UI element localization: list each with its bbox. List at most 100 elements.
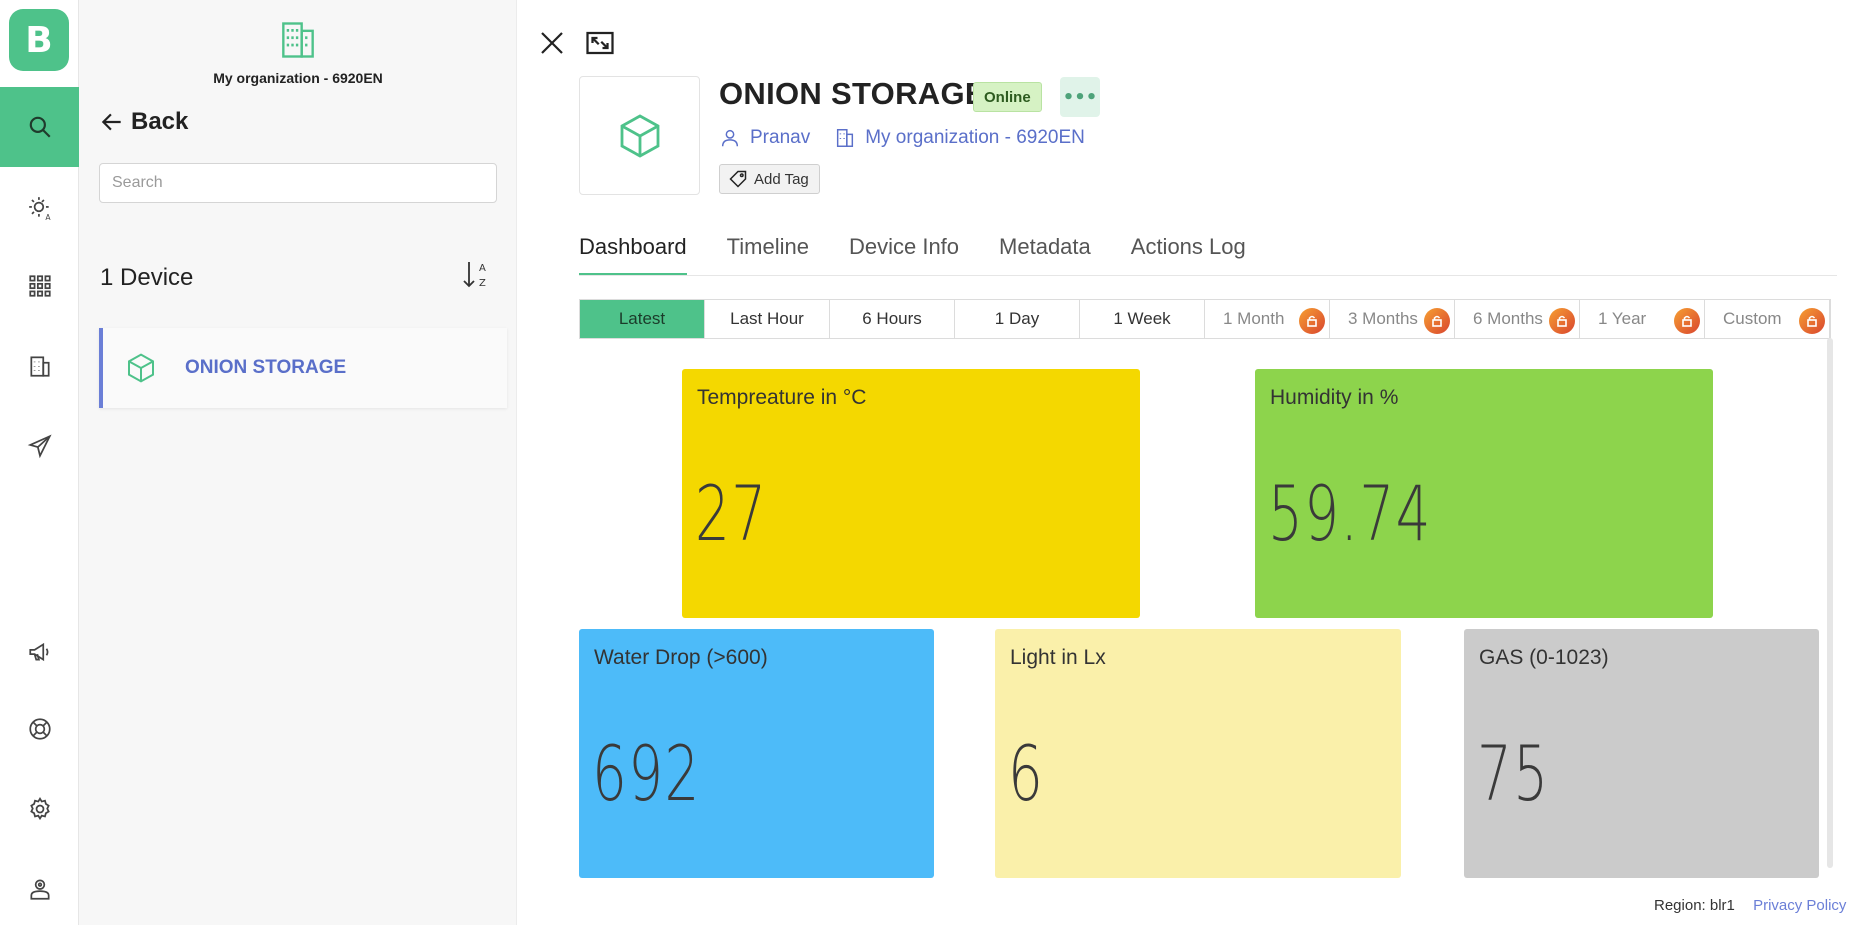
sun-a-icon: A [28,197,51,221]
device-title: ONION STORAGE [719,76,986,111]
range-1-day[interactable]: 1 Day [955,300,1080,338]
rail-send[interactable] [0,406,79,486]
tile-value: 692 [592,729,701,818]
tile-label: Water Drop (>600) [594,646,768,669]
range-6-hours[interactable]: 6 Hours [830,300,955,338]
tile-temperature[interactable]: Tempreature in °C 27 [682,369,1140,618]
back-label: Back [131,108,189,135]
range-1-week[interactable]: 1 Week [1080,300,1205,338]
device-owner-link[interactable]: Pranav [750,127,810,149]
rail-automations[interactable]: A [0,168,79,248]
tile-value: 75 [1477,729,1550,818]
tile-value: 27 [695,469,768,558]
rail-organizations[interactable] [0,326,79,406]
arrow-left-icon [101,113,121,131]
device-list-item[interactable]: ONION STORAGE [99,328,507,408]
org-name: My organization - 6920EN [213,70,383,86]
tile-humidity[interactable]: Humidity in % 59.74 [1255,369,1713,618]
device-list-item-name: ONION STORAGE [185,357,347,378]
search-icon [29,116,51,138]
close-icon[interactable] [537,28,567,58]
tile-label: Humidity in % [1270,386,1399,409]
building-icon [282,22,314,58]
icon-rail: B A [0,0,79,925]
range-1-month[interactable]: 1 Month [1205,300,1330,338]
send-icon [27,434,52,459]
range-custom[interactable]: Custom [1705,300,1830,338]
scrollbar[interactable] [1827,338,1833,868]
range-label: 1 Week [1113,309,1171,328]
rail-profile[interactable] [0,849,79,929]
tile-light[interactable]: Light in Lx 6 [995,629,1401,878]
range-label: 1 Year [1598,309,1647,328]
ellipsis-icon: ••• [1062,86,1098,108]
device-org-link[interactable]: My organization - 6920EN [865,127,1085,149]
app-logo[interactable]: B [9,9,69,71]
range-label: 6 Hours [862,309,922,328]
tab-actions-log[interactable]: Actions Log [1131,228,1246,275]
tile-water-drop[interactable]: Water Drop (>600) 692 [579,629,934,878]
device-image [579,76,700,195]
building-icon [29,356,50,377]
tab-metadata[interactable]: Metadata [999,228,1091,275]
range-label: Custom [1723,309,1782,328]
tile-gas[interactable]: GAS (0-1023) 75 [1464,629,1819,878]
range-label: 3 Months [1348,309,1418,328]
user-icon [721,129,739,147]
svg-text:A: A [45,213,51,221]
tab-timeline[interactable]: Timeline [727,228,809,275]
range-1-year[interactable]: 1 Year [1580,300,1705,338]
range-label: Last Hour [730,309,804,328]
lock-icon [1674,308,1700,334]
apps-grid-icon [28,275,51,297]
add-tag-button[interactable]: Add Tag [719,164,820,194]
device-detail: ONION STORAGE Online ••• Pranav My organ… [517,0,1861,925]
search-input[interactable] [99,163,497,203]
tile-label: GAS (0-1023) [1479,646,1609,669]
megaphone-icon [28,642,48,662]
tab-dashboard[interactable]: Dashboard [579,228,687,275]
rail-announcements[interactable] [0,612,79,692]
rail-search[interactable] [0,87,79,167]
range-last-hour[interactable]: Last Hour [705,300,830,338]
more-options-button[interactable]: ••• [1060,77,1100,117]
svg-text:A: A [479,263,486,274]
building-icon [837,129,854,147]
tag-icon [729,170,747,188]
range-label: 1 Day [994,309,1040,328]
status-badge: Online [973,82,1042,112]
lock-icon [1299,308,1325,334]
tile-label: Tempreature in °C [697,386,867,409]
cube-icon [620,113,659,158]
range-3-months[interactable]: 3 Months [1330,300,1455,338]
back-button[interactable]: Back [99,108,188,136]
tab-device-info[interactable]: Device Info [849,228,959,275]
range-latest[interactable]: Latest [580,300,705,338]
sort-az-icon[interactable]: A Z [459,258,493,292]
expand-icon[interactable] [585,28,615,58]
rail-help[interactable] [0,689,79,769]
device-tabs: Dashboard Timeline Device Info Metadata … [579,228,1837,276]
add-tag-label: Add Tag [754,170,809,188]
org-header: My organization - 6920EN [79,18,517,86]
time-range-selector: Latest Last Hour 6 Hours 1 Day 1 Week 1 … [579,299,1831,339]
device-meta: Pranav My organization - 6920EN [719,127,1085,149]
tile-value: 59.74 [1268,469,1432,558]
range-label: 6 Months [1473,309,1543,328]
lifebuoy-icon [28,718,51,740]
footer: Region: blr1 Privacy Policy [1654,897,1846,914]
rail-apps[interactable] [0,246,79,326]
region-text: Region: blr1 [1654,897,1735,914]
lock-icon [1799,308,1825,334]
rail-settings[interactable] [0,769,79,849]
tile-value: 6 [1008,729,1045,818]
range-6-months[interactable]: 6 Months [1455,300,1580,338]
user-badge-icon [29,879,50,900]
device-count: 1 Device [100,264,194,291]
svg-text:Z: Z [479,278,486,289]
privacy-policy-link[interactable]: Privacy Policy [1753,897,1846,914]
lock-icon [1549,308,1575,334]
tile-label: Light in Lx [1010,646,1106,669]
range-label: 1 Month [1223,309,1285,328]
lock-icon [1424,308,1450,334]
